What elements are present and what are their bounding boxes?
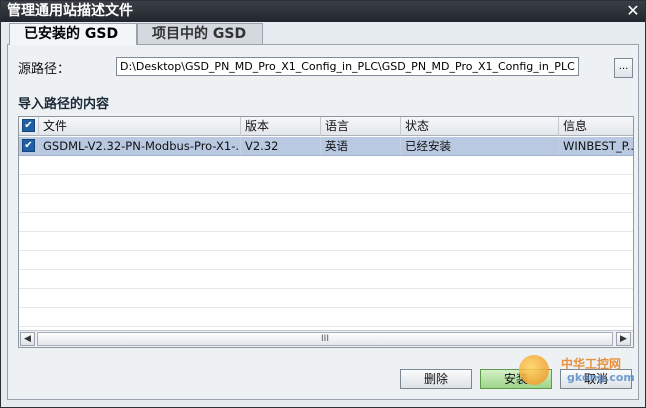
scroll-right-icon[interactable]: ▶ [616, 332, 631, 346]
browse-button[interactable]: ... [614, 58, 633, 78]
cell-version: V2.32 [241, 137, 321, 155]
select-all-checkbox[interactable]: ✔ [22, 119, 35, 132]
cell-info: WINBEST_P... [563, 139, 634, 153]
tab-project-gsd[interactable]: 项目中的 GSD [137, 23, 263, 44]
empty-row [19, 232, 633, 251]
cell-language: 英语 [321, 137, 401, 155]
empty-row [19, 175, 633, 194]
source-path-label: 源路径： [18, 62, 71, 77]
title-bar: 管理通用站描述文件 ✕ [1, 1, 645, 22]
row-checkbox-cell: ✔ [19, 137, 39, 155]
close-icon[interactable]: ✕ [625, 3, 641, 19]
tab-content: 源路径： ... 导入路径的内容 ✔ 文件 版本 语言 状态 信息 ✔ G [7, 44, 639, 400]
watermark: 中华工控网 gkong.com [519, 353, 641, 389]
watermark-line1: 中华工控网 [561, 357, 622, 371]
source-path-input[interactable] [116, 57, 579, 76]
window-title: 管理通用站描述文件 [7, 3, 133, 19]
cell-file: GSDML-V2.32-PN-Modbus-Pro-X1-... [39, 137, 241, 155]
row-checkbox[interactable]: ✔ [22, 139, 35, 152]
gsd-dialog: 管理通用站描述文件 ✕ 已安装的 GSD 项目中的 GSD 源路径： ... 导… [0, 0, 646, 408]
empty-row [19, 213, 633, 232]
empty-row [19, 289, 633, 308]
delete-button[interactable]: 删除 [400, 369, 472, 389]
tab-installed-gsd[interactable]: 已安装的 GSD [9, 23, 137, 45]
empty-row [19, 156, 633, 175]
watermark-logo-icon [519, 355, 549, 385]
gsd-file-table: ✔ 文件 版本 语言 状态 信息 ✔ GSDML-V2.32-PN-Modbus… [18, 116, 634, 348]
table-header: ✔ 文件 版本 语言 状态 信息 [19, 117, 633, 136]
header-checkbox-cell: ✔ [19, 117, 39, 136]
column-header-language[interactable]: 语言 [321, 117, 401, 136]
section-title: 导入路径的内容 [18, 97, 110, 112]
column-header-version[interactable]: 版本 [241, 117, 321, 136]
table-row[interactable]: ✔ GSDML-V2.32-PN-Modbus-Pro-X1-... V2.32… [19, 137, 634, 156]
horizontal-scrollbar[interactable]: ◀ III ▶ [19, 330, 633, 347]
cell-status: 已经安装 [401, 137, 559, 155]
empty-row [19, 270, 633, 289]
empty-row [19, 194, 633, 213]
scroll-thumb[interactable]: III [37, 332, 613, 346]
empty-row [19, 251, 633, 270]
empty-row [19, 308, 633, 327]
column-header-info[interactable]: 信息 [559, 117, 633, 136]
column-header-file[interactable]: 文件 [39, 117, 241, 136]
scroll-left-icon[interactable]: ◀ [20, 332, 35, 346]
watermark-line2: gkong.com [567, 371, 635, 384]
column-header-status[interactable]: 状态 [401, 117, 559, 136]
